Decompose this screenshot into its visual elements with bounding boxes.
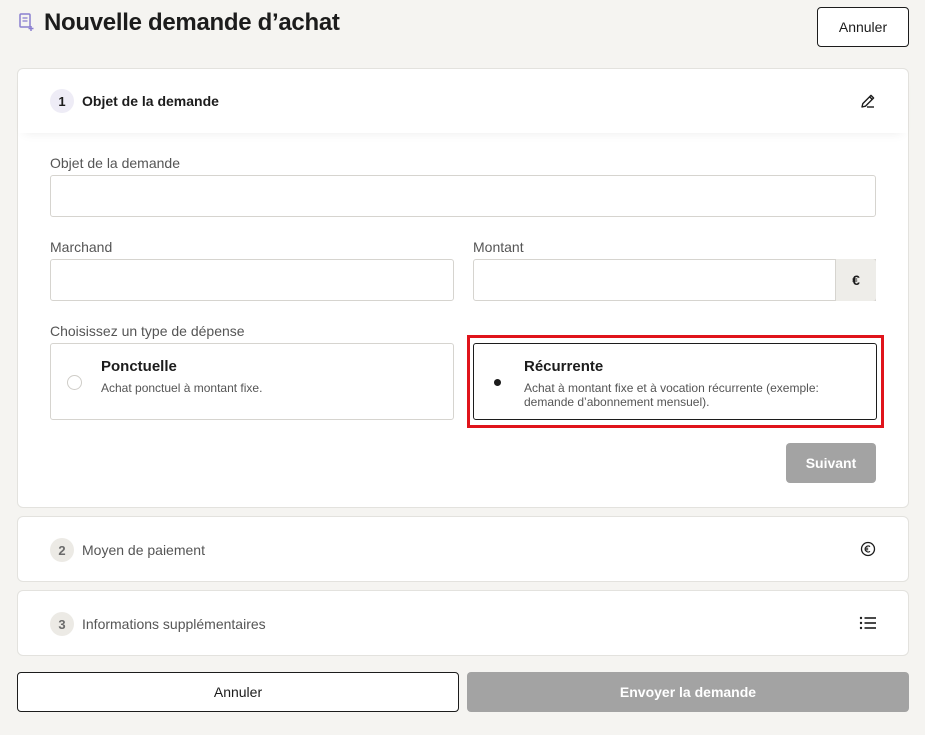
pencil-icon[interactable]	[858, 91, 878, 111]
step-header[interactable]: 2 Moyen de paiement	[18, 517, 908, 583]
option-title: Ponctuelle	[101, 358, 177, 375]
option-description: Achat ponctuel à montant fixe.	[101, 381, 263, 395]
subject-label: Objet de la demande	[50, 155, 180, 171]
merchant-input[interactable]	[50, 259, 454, 301]
step-header[interactable]: 3 Informations supplémentaires	[18, 591, 908, 657]
step-card-subject: 1 Objet de la demande Objet de la demand…	[17, 68, 909, 508]
amount-input[interactable]	[473, 259, 876, 301]
amount-label: Montant	[473, 239, 524, 255]
merchant-label: Marchand	[50, 239, 113, 255]
euro-circle-icon	[860, 541, 876, 557]
step-header[interactable]: 1 Objet de la demande	[18, 69, 908, 133]
expense-type-option-recurrente[interactable]: Récurrente Achat à montant fixe et à voc…	[473, 343, 877, 420]
footer-cancel-button[interactable]: Annuler	[17, 672, 459, 712]
subject-input[interactable]	[50, 175, 876, 217]
submit-request-button[interactable]: Envoyer la demande	[467, 672, 909, 712]
step-number: 3	[50, 612, 74, 636]
cancel-button[interactable]: Annuler	[817, 7, 909, 47]
option-title: Récurrente	[524, 358, 604, 375]
step-label: Informations supplémentaires	[82, 616, 266, 632]
next-button[interactable]: Suivant	[786, 443, 876, 483]
page-header: Nouvelle demande d’achat Annuler	[0, 0, 925, 60]
receipt-plus-icon	[19, 13, 34, 31]
step-number: 1	[50, 89, 74, 113]
radio-button[interactable]	[67, 375, 82, 390]
expense-type-option-ponctuelle[interactable]: Ponctuelle Achat ponctuel à montant fixe…	[50, 343, 454, 420]
expense-type-label: Choisissez un type de dépense	[50, 323, 245, 339]
step-number: 2	[50, 538, 74, 562]
list-icon	[859, 616, 876, 630]
step-label: Moyen de paiement	[82, 542, 205, 558]
option-description: Achat à montant fixe et à vocation récur…	[524, 381, 819, 409]
step-card-payment: 2 Moyen de paiement	[17, 516, 909, 582]
currency-addon: €	[835, 259, 876, 301]
page-title: Nouvelle demande d’achat	[44, 9, 340, 36]
radio-button-selected[interactable]	[490, 375, 505, 390]
step-card-additional-info: 3 Informations supplémentaires	[17, 590, 909, 656]
step-label: Objet de la demande	[82, 93, 219, 109]
